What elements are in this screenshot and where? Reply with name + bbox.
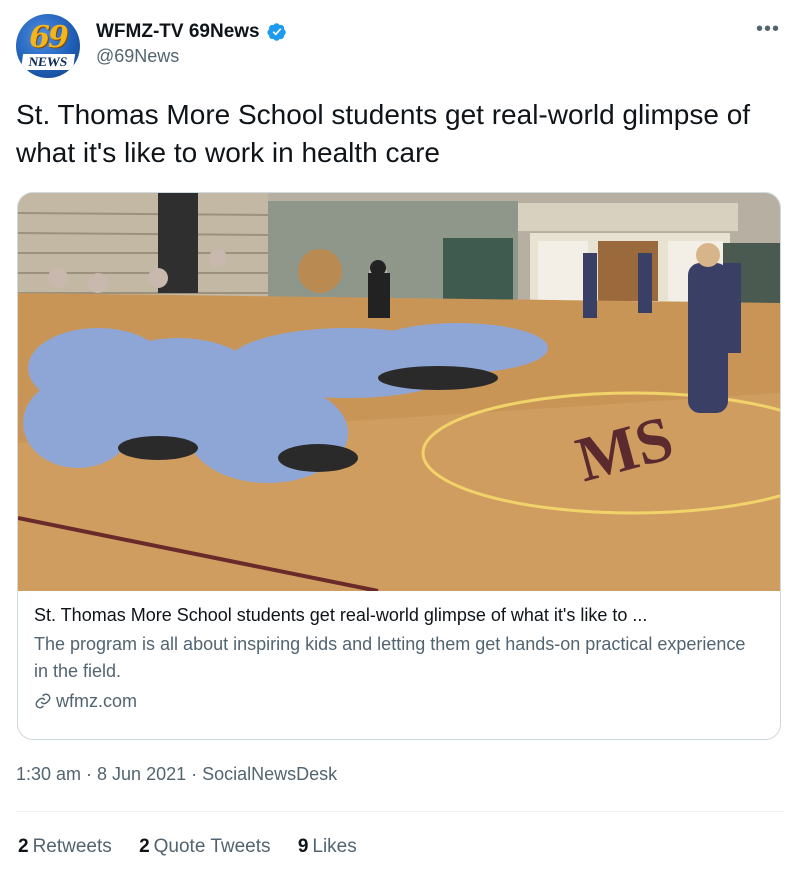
- tweet-header: 69 NEWS WFMZ-TV 69News @69News •••: [16, 12, 784, 78]
- quotes-label: Quote Tweets: [153, 836, 271, 857]
- card-description: The program is all about inspiring kids …: [34, 634, 746, 681]
- likes-stat[interactable]: 9 Likes: [298, 836, 357, 858]
- quotes-count: 2: [139, 836, 150, 857]
- card-meta: St. Thomas More School students get real…: [34, 603, 764, 715]
- likes-count: 9: [297, 836, 309, 857]
- tweet-timestamp[interactable]: 1:30 am · 8 Jun 2021 · SocialNewsDesk: [16, 764, 337, 785]
- tweet-stats: 2 Retweets 2 Quote Tweets 9 Likes: [18, 836, 379, 858]
- link-icon: [35, 693, 51, 709]
- retweets-label: Retweets: [32, 836, 112, 857]
- card-domain[interactable]: wfmz.com: [34, 687, 764, 715]
- card-title[interactable]: St. Thomas More School students get real…: [34, 603, 764, 627]
- avatar-logo-label: NEWS: [20, 54, 76, 70]
- tweet-text: St. Thomas More School students get real…: [16, 99, 751, 168]
- avatar-logo-number: 69: [29, 20, 69, 55]
- more-options-icon[interactable]: •••: [756, 18, 780, 41]
- link-card[interactable]: MS St. Thomas More School students get r…: [17, 192, 781, 740]
- divider: [16, 811, 784, 812]
- verified-badge-icon: [267, 23, 286, 41]
- retweets-stat[interactable]: 2 Retweets: [18, 836, 112, 858]
- quote-tweets-stat[interactable]: 2 Quote Tweets: [139, 836, 270, 858]
- retweets-count: 2: [18, 836, 29, 857]
- card-domain-text: wfmz.com: [56, 691, 137, 711]
- display-name[interactable]: WFMZ-TV 69News: [96, 20, 260, 44]
- handle[interactable]: @69News: [96, 46, 287, 67]
- card-image[interactable]: MS: [18, 193, 780, 591]
- author-names: WFMZ-TV 69News @69News: [96, 20, 287, 67]
- avatar[interactable]: 69 NEWS: [16, 14, 80, 78]
- likes-label: Likes: [312, 836, 357, 857]
